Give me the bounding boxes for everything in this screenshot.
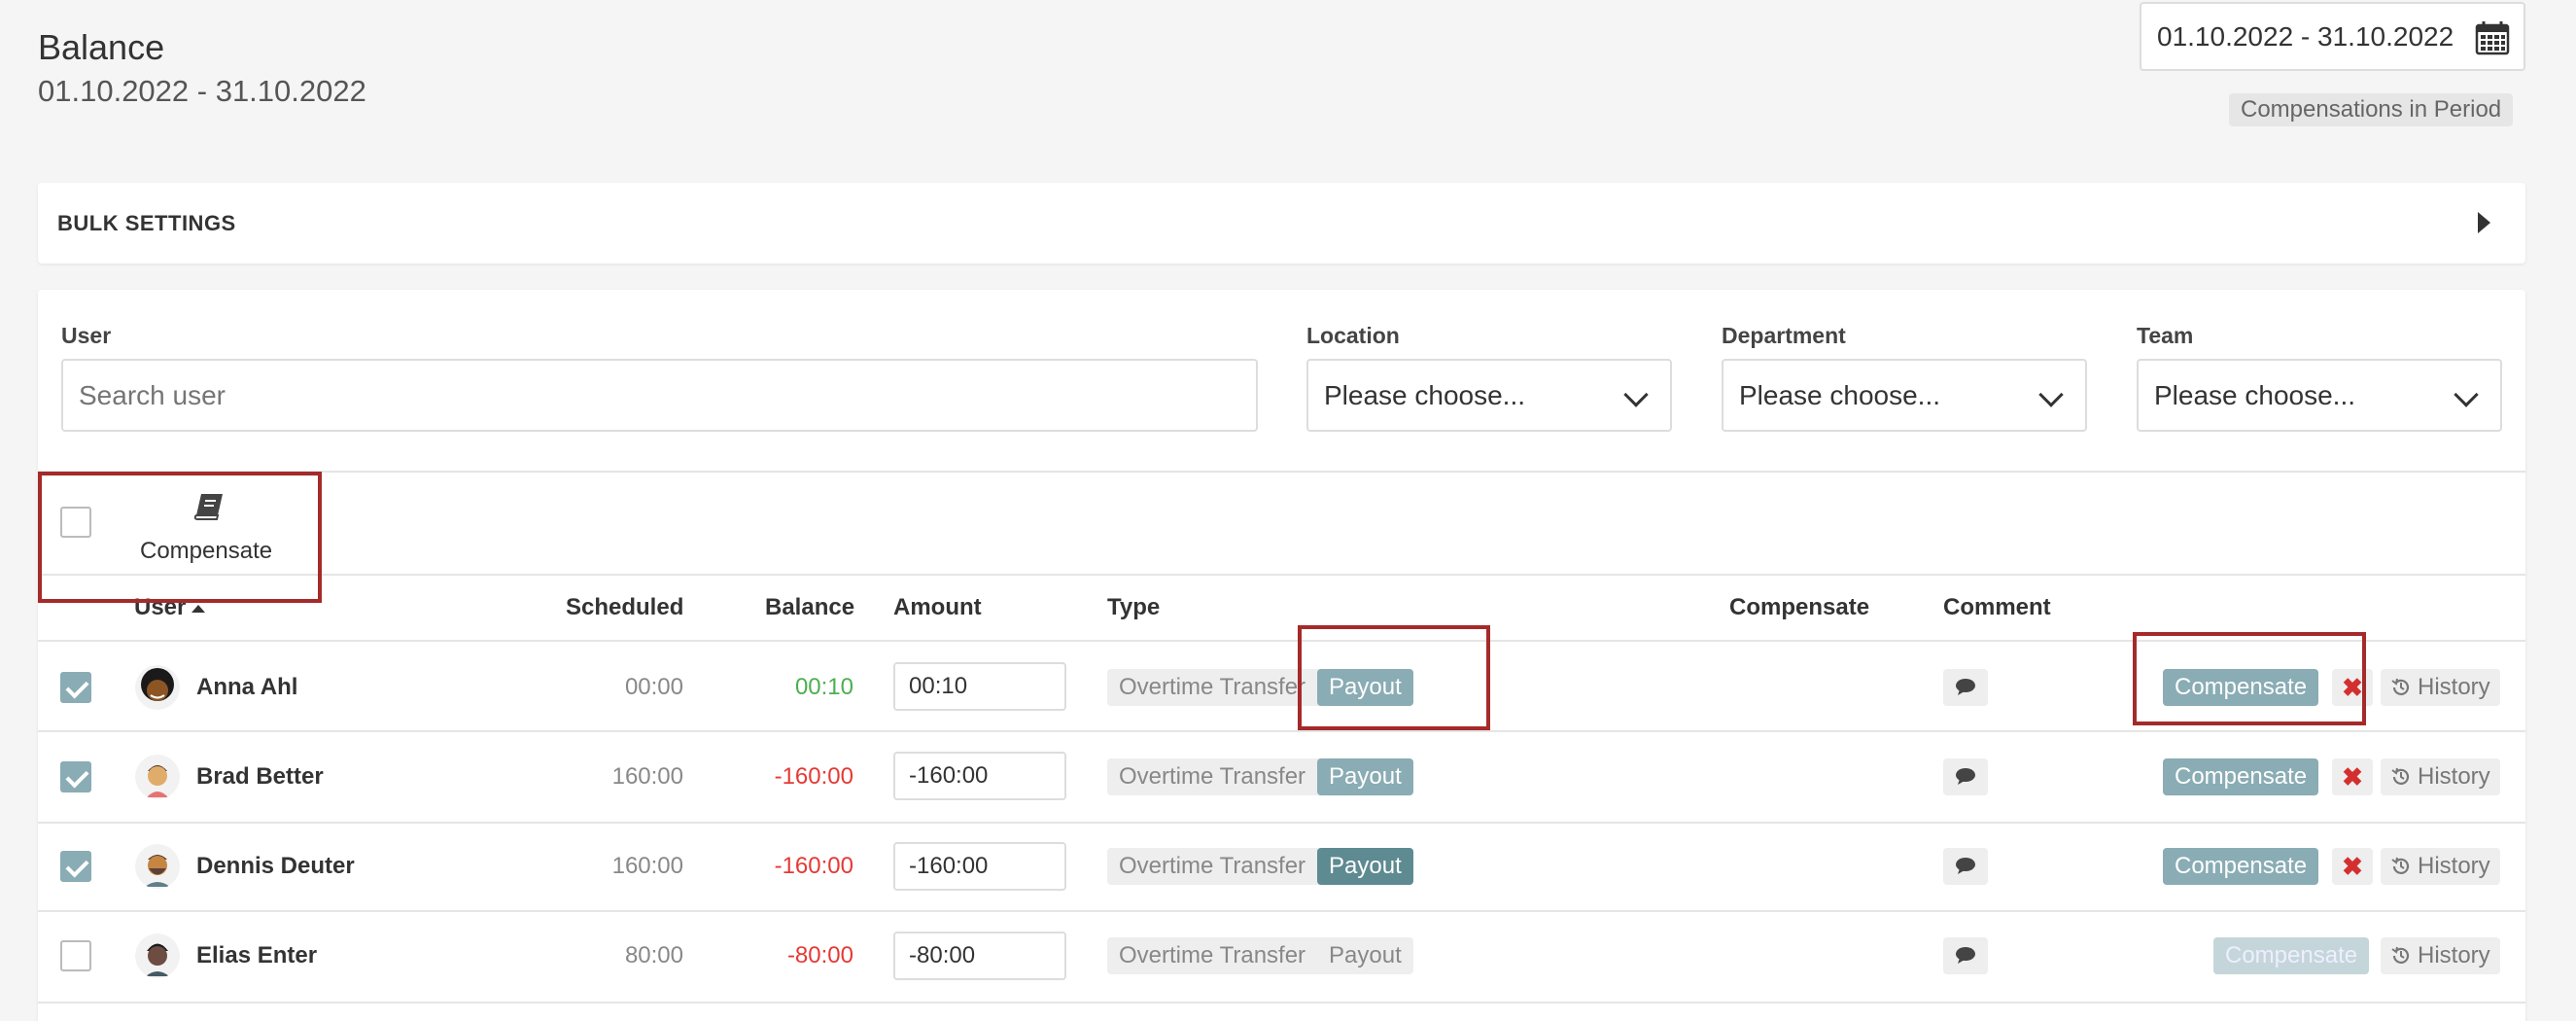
scheduled-value: 00:00 xyxy=(624,674,683,700)
page-title: Balance xyxy=(38,27,165,67)
location-filter-label: Location xyxy=(1306,323,1400,348)
history-button[interactable]: History xyxy=(2381,848,2500,885)
comment-icon xyxy=(1956,858,1975,874)
team-filter-label: Team xyxy=(2137,323,2194,348)
remove-button[interactable]: ✖ xyxy=(2332,758,2373,795)
history-label: History xyxy=(2418,763,2490,790)
amount-input[interactable] xyxy=(893,842,1066,891)
avatar xyxy=(135,933,180,978)
column-header-amount: Amount xyxy=(893,594,982,620)
bulk-settings-label: BULK SETTINGS xyxy=(57,210,236,235)
row-checkbox[interactable] xyxy=(60,940,91,971)
user-name[interactable]: Elias Enter xyxy=(196,942,317,969)
amount-input[interactable] xyxy=(893,932,1066,980)
history-label: History xyxy=(2418,942,2490,968)
compensations-in-period-badge[interactable]: Compensations in Period xyxy=(2229,93,2514,126)
balance-value: -160:00 xyxy=(774,853,853,879)
history-icon xyxy=(2391,946,2410,964)
row-checkbox[interactable] xyxy=(60,672,91,703)
calendar-icon[interactable] xyxy=(2475,20,2510,55)
divider xyxy=(38,471,2525,473)
amount-input[interactable] xyxy=(893,752,1066,800)
department-select[interactable]: Please choose... xyxy=(1722,359,2087,432)
type-toggle: Overtime Transfer Payout xyxy=(1107,937,1413,974)
history-button[interactable]: History xyxy=(2381,937,2500,974)
history-button[interactable]: History xyxy=(2381,758,2500,795)
department-filter-label: Department xyxy=(1722,323,1846,348)
type-overtime-transfer-button[interactable]: Overtime Transfer xyxy=(1107,937,1317,974)
type-toggle: Overtime Transfer Payout xyxy=(1107,758,1413,795)
column-header-scheduled: Scheduled xyxy=(566,594,684,620)
user-name[interactable]: Anna Ahl xyxy=(196,674,297,701)
column-header-compensate: Compensate xyxy=(1729,594,1870,620)
period-subtitle: 01.10.2022 - 31.10.2022 xyxy=(38,74,366,108)
location-select[interactable]: Please choose... xyxy=(1306,359,1672,432)
history-label: History xyxy=(2418,674,2490,700)
comment-icon xyxy=(1956,679,1975,695)
avatar xyxy=(135,755,180,799)
column-header-comment: Comment xyxy=(1943,594,2051,620)
history-icon xyxy=(2391,857,2410,874)
balance-value: 00:10 xyxy=(794,674,853,700)
type-payout-button[interactable]: Payout xyxy=(1317,758,1413,795)
type-payout-button[interactable]: Payout xyxy=(1317,848,1413,885)
history-button[interactable]: History xyxy=(2381,669,2500,706)
chevron-down-icon xyxy=(2454,382,2479,407)
scheduled-value: 160:00 xyxy=(611,763,683,790)
comment-button[interactable] xyxy=(1943,848,1988,885)
history-icon xyxy=(2391,678,2410,695)
chevron-down-icon xyxy=(2038,382,2064,407)
divider xyxy=(38,574,2525,576)
row-checkbox[interactable] xyxy=(60,761,91,792)
team-select[interactable]: Please choose... xyxy=(2137,359,2502,432)
highlight-payout xyxy=(1298,625,1490,730)
type-overtime-transfer-button[interactable]: Overtime Transfer xyxy=(1107,669,1317,706)
user-name[interactable]: Dennis Deuter xyxy=(196,853,355,880)
comment-icon xyxy=(1956,947,1975,964)
location-select-value: Please choose... xyxy=(1324,379,1526,410)
divider xyxy=(38,1002,2525,1003)
search-user-input[interactable] xyxy=(61,359,1258,432)
user-name[interactable]: Brad Better xyxy=(196,763,324,791)
history-label: History xyxy=(2418,853,2490,879)
compensate-button[interactable]: Compensate xyxy=(2213,937,2370,974)
divider xyxy=(38,730,2525,732)
sort-ascending-icon xyxy=(191,604,206,613)
date-range-value: 01.10.2022 - 31.10.2022 xyxy=(2157,20,2454,52)
type-overtime-transfer-button[interactable]: Overtime Transfer xyxy=(1107,848,1317,885)
balance-value: -80:00 xyxy=(786,942,853,968)
history-icon xyxy=(2391,767,2410,785)
chevron-down-icon xyxy=(1623,382,1649,407)
compensate-button[interactable]: Compensate xyxy=(2163,758,2319,795)
column-header-type: Type xyxy=(1107,594,1161,620)
comment-button[interactable] xyxy=(1943,669,1988,706)
scheduled-value: 160:00 xyxy=(611,853,683,879)
highlight-compensate-button xyxy=(2133,632,2366,725)
bulk-settings-toggle[interactable]: BULK SETTINGS xyxy=(38,183,2525,264)
divider xyxy=(38,822,2525,824)
divider xyxy=(38,910,2525,912)
comment-button[interactable] xyxy=(1943,758,1988,795)
scheduled-value: 80:00 xyxy=(624,942,683,968)
balance-value: -160:00 xyxy=(774,763,853,790)
avatar xyxy=(135,844,180,889)
avatar xyxy=(135,665,180,710)
remove-button[interactable]: ✖ xyxy=(2332,848,2373,885)
highlight-bulk-compensate xyxy=(38,472,322,603)
type-toggle: Overtime Transfer Payout xyxy=(1107,848,1413,885)
team-select-value: Please choose... xyxy=(2154,379,2356,410)
type-payout-button[interactable]: Payout xyxy=(1317,937,1413,974)
comment-button[interactable] xyxy=(1943,937,1988,974)
date-range-picker[interactable]: 01.10.2022 - 31.10.2022 xyxy=(2140,2,2525,71)
user-filter-label: User xyxy=(61,323,112,348)
department-select-value: Please choose... xyxy=(1739,379,1941,410)
comment-icon xyxy=(1956,768,1975,785)
caret-right-icon xyxy=(2478,212,2490,233)
type-overtime-transfer-button[interactable]: Overtime Transfer xyxy=(1107,758,1317,795)
column-header-balance: Balance xyxy=(765,594,855,620)
amount-input[interactable] xyxy=(893,662,1066,711)
row-checkbox[interactable] xyxy=(60,851,91,882)
compensate-button[interactable]: Compensate xyxy=(2163,848,2319,885)
